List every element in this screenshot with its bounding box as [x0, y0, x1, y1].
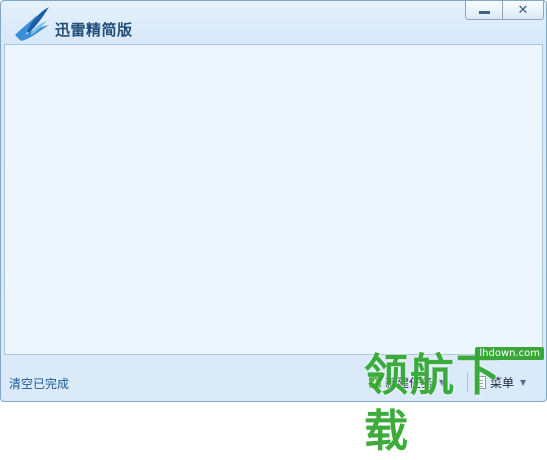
- window-controls: ✕: [465, 1, 544, 21]
- close-button[interactable]: ✕: [503, 1, 544, 20]
- minimize-button[interactable]: [465, 1, 503, 20]
- minimize-icon: [478, 10, 490, 14]
- window-title: 迅雷精简版: [55, 21, 133, 39]
- watermark-brand: 领航下载: [364, 350, 502, 457]
- bird-logo-icon: [15, 7, 49, 41]
- watermark: 领航下载 lhdown.com: [362, 342, 547, 457]
- clear-completed-link[interactable]: 清空已完成: [9, 375, 69, 392]
- close-icon: ✕: [517, 2, 529, 18]
- task-list-area[interactable]: [4, 44, 543, 355]
- title-bar[interactable]: 迅雷精简版 ✕: [1, 1, 546, 43]
- watermark-site: lhdown.com: [475, 347, 544, 360]
